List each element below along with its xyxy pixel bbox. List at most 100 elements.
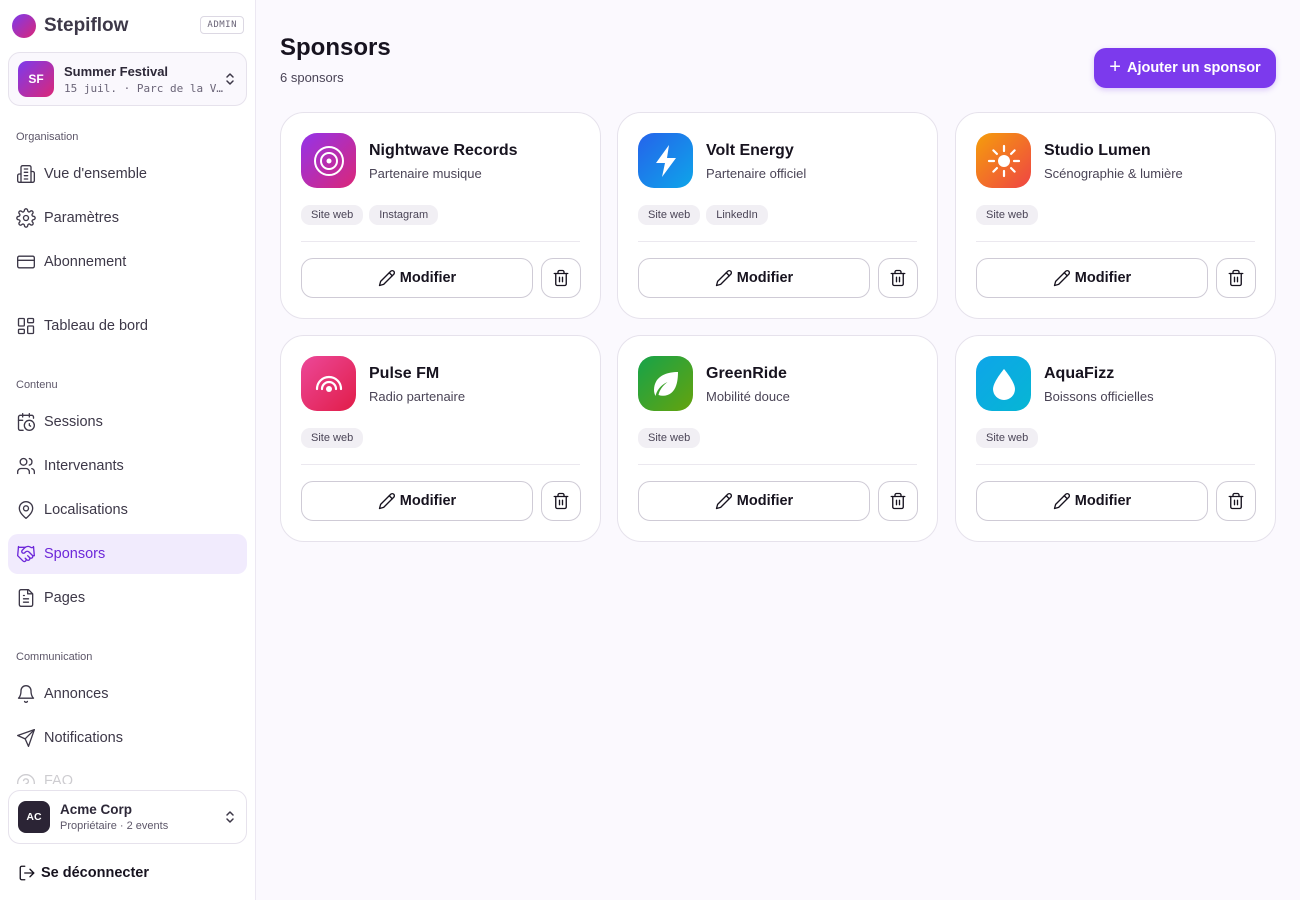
sidebar-item-announcements[interactable]: Annonces xyxy=(8,674,247,714)
divider xyxy=(976,241,1255,242)
sidebar: Stepiflow ADMIN SF Summer Festival 15 ju… xyxy=(0,0,256,900)
edit-button[interactable]: Modifier xyxy=(638,258,870,298)
edit-label: Modifier xyxy=(1074,270,1132,286)
sponsor-role: Boissons officielles xyxy=(1044,389,1154,404)
map-pin-icon xyxy=(16,500,36,520)
edit-button[interactable]: Modifier xyxy=(301,258,533,298)
trash-icon xyxy=(553,492,569,510)
sidebar-item-label: FAQ xyxy=(44,773,74,784)
sidebar-item-label: Vue d'ensemble xyxy=(44,166,147,182)
divider xyxy=(301,241,580,242)
edit-label: Modifier xyxy=(736,270,794,286)
pencil-icon xyxy=(715,493,732,510)
sponsor-tags: Site web xyxy=(976,428,1039,448)
divider xyxy=(301,464,580,465)
logout-button[interactable]: Se déconnecter xyxy=(18,862,149,884)
sidebar-item-sponsors[interactable]: Sponsors xyxy=(8,534,247,574)
send-icon xyxy=(16,728,36,748)
sponsor-card: Studio Lumen Scénographie & lumière Site… xyxy=(955,112,1276,319)
divider xyxy=(638,464,917,465)
org-name: Acme Corp xyxy=(60,802,133,817)
trash-icon xyxy=(890,269,906,287)
delete-button[interactable] xyxy=(878,258,918,298)
sidebar-item-speakers[interactable]: Intervenants xyxy=(8,446,247,486)
edit-button[interactable]: Modifier xyxy=(301,481,533,521)
users-icon xyxy=(16,456,36,476)
event-subtitle: 15 juil. · Parc de la Villette xyxy=(64,81,224,95)
org-switcher[interactable]: AC Acme Corp Propriétaire · 2 events xyxy=(8,790,247,844)
sponsor-name: Pulse FM xyxy=(369,365,440,382)
edit-label: Modifier xyxy=(399,493,457,509)
sidebar-item-overview[interactable]: Vue d'ensemble xyxy=(8,154,247,194)
delete-button[interactable] xyxy=(541,258,581,298)
dashboard-icon xyxy=(16,316,36,336)
delete-button[interactable] xyxy=(1216,481,1256,521)
add-sponsor-label: Ajouter un sponsor xyxy=(1126,60,1261,76)
logout-label: Se déconnecter xyxy=(41,865,149,881)
vinyl-icon xyxy=(301,133,356,188)
brand-logo xyxy=(12,14,36,38)
edit-button[interactable]: Modifier xyxy=(638,481,870,521)
event-avatar: SF xyxy=(18,61,54,97)
sidebar-item-notifications[interactable]: Notifications xyxy=(8,718,247,758)
brand-name: Stepiflow xyxy=(44,15,129,36)
delete-button[interactable] xyxy=(1216,258,1256,298)
delete-button[interactable] xyxy=(878,481,918,521)
sidebar-item-label: Notifications xyxy=(44,730,123,746)
handshake-icon xyxy=(16,544,36,564)
sponsor-name: GreenRide xyxy=(706,365,787,382)
event-switcher[interactable]: SF Summer Festival 15 juil. · Parc de la… xyxy=(8,52,247,106)
sponsor-card: Volt Energy Partenaire officiel Site web… xyxy=(617,112,938,319)
calendar-clock-icon xyxy=(16,412,36,432)
tag: Site web xyxy=(976,428,1039,448)
sidebar-item-label: Abonnement xyxy=(44,254,127,270)
radio-waves-icon xyxy=(301,356,356,411)
tag: Site web xyxy=(976,205,1039,225)
pencil-icon xyxy=(1053,493,1070,510)
pencil-icon xyxy=(378,493,395,510)
sidebar-item-subscription[interactable]: Abonnement xyxy=(8,242,247,282)
edit-button[interactable]: Modifier xyxy=(976,481,1208,521)
sidebar-item-pages[interactable]: Pages xyxy=(8,578,247,618)
chevron-up-down-icon xyxy=(226,811,234,823)
sidebar-item-sessions[interactable]: Sessions xyxy=(8,402,247,442)
sponsor-card: GreenRide Mobilité douce Site web Modifi… xyxy=(617,335,938,542)
tag: Site web xyxy=(301,205,364,225)
file-text-icon xyxy=(16,588,36,608)
edit-label: Modifier xyxy=(399,270,457,286)
sidebar-item-label: Sessions xyxy=(44,414,103,430)
sponsor-card: AquaFizz Boissons officielles Site web M… xyxy=(955,335,1276,542)
sponsor-card: Pulse FM Radio partenaire Site web Modif… xyxy=(280,335,601,542)
trash-icon xyxy=(1228,492,1244,510)
help-circle-icon xyxy=(16,773,36,784)
bell-icon xyxy=(16,684,36,704)
gear-icon xyxy=(16,208,36,228)
add-sponsor-button[interactable]: + Ajouter un sponsor xyxy=(1094,48,1276,88)
tag: LinkedIn xyxy=(706,205,768,225)
pencil-icon xyxy=(1053,270,1070,287)
sidebar-item-dashboard[interactable]: Tableau de bord xyxy=(8,306,247,346)
delete-button[interactable] xyxy=(541,481,581,521)
edit-button[interactable]: Modifier xyxy=(976,258,1208,298)
sidebar-item-settings[interactable]: Paramètres xyxy=(8,198,247,238)
sponsor-tags: Site web xyxy=(301,428,364,448)
sponsor-tags: Site web LinkedIn xyxy=(638,205,768,225)
sponsor-name: Studio Lumen xyxy=(1044,142,1151,159)
sponsor-role: Partenaire officiel xyxy=(706,166,807,181)
divider xyxy=(976,464,1255,465)
sponsor-tags: Site web xyxy=(638,428,701,448)
pencil-icon xyxy=(715,270,732,287)
trash-icon xyxy=(1228,269,1244,287)
lightning-icon xyxy=(638,133,693,188)
credit-card-icon xyxy=(16,252,36,272)
divider xyxy=(638,241,917,242)
sidebar-item-faq[interactable]: FAQ xyxy=(8,762,247,784)
section-label-communication: Communication xyxy=(16,651,93,663)
tag: Site web xyxy=(638,205,701,225)
sidebar-item-locations[interactable]: Localisations xyxy=(8,490,247,530)
brand: Stepiflow ADMIN xyxy=(12,14,244,38)
page-title: Sponsors xyxy=(280,34,391,61)
sidebar-item-label: Tableau de bord xyxy=(44,318,148,334)
water-drop-icon xyxy=(976,356,1031,411)
sponsor-role: Partenaire musique xyxy=(369,166,482,181)
